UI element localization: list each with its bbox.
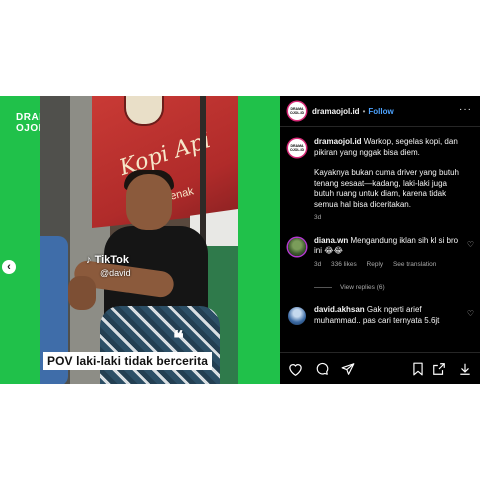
caption-body: dramaojol.id Warkop, segelas kopi, dan p… bbox=[314, 137, 464, 224]
tiktok-watermark: ♪ TikTok bbox=[86, 254, 129, 266]
bookmark-icon[interactable] bbox=[412, 362, 424, 376]
comment-heart-icon[interactable]: ♡ bbox=[467, 309, 474, 318]
more-options-icon[interactable]: ··· bbox=[459, 104, 472, 115]
comment-likes[interactable]: 336 likes bbox=[331, 261, 357, 268]
comment-username[interactable]: diana.wn bbox=[314, 236, 348, 245]
caption-text-2: Kayaknya bukan cuma driver yang butuh te… bbox=[314, 168, 459, 209]
caption-username[interactable]: dramaojol.id bbox=[314, 137, 362, 146]
separator-dot: • bbox=[362, 106, 366, 116]
quote-icon: ❝ bbox=[173, 326, 184, 350]
comment-body: diana.wn Mengandung iklan sih kl si bro … bbox=[314, 236, 464, 271]
author-username[interactable]: dramaojol.id bbox=[312, 107, 360, 116]
caption-time: 3d bbox=[314, 214, 322, 221]
send-icon[interactable] bbox=[341, 362, 355, 376]
post-media[interactable]: DRAMA OJOL.ID Kopi Api enak ♪ TikTok @da… bbox=[0, 96, 280, 384]
comment-item: diana.wn Mengandung iklan sih kl si bro … bbox=[280, 236, 480, 271]
previous-arrow-button[interactable]: ‹ bbox=[2, 260, 16, 274]
comment-meta: 3d 336 likes Reply See translation bbox=[314, 260, 464, 271]
commenter-avatar[interactable] bbox=[288, 237, 306, 256]
heart-icon[interactable] bbox=[288, 362, 303, 376]
comment-body: david.akhsan Gak ngerti arief muhammad..… bbox=[314, 305, 464, 326]
commenter-avatar[interactable] bbox=[288, 307, 306, 325]
caption-comment: DRAMA OJOL.ID dramaojol.id Warkop, segel… bbox=[280, 137, 480, 224]
photo-scene: Kopi Api enak ♪ TikTok @david ❝ bbox=[40, 96, 238, 384]
see-translation-button[interactable]: See translation bbox=[393, 261, 436, 268]
comment-item: david.akhsan Gak ngerti arief muhammad..… bbox=[280, 305, 480, 326]
man-hand bbox=[68, 276, 96, 310]
comment-heart-icon[interactable]: ♡ bbox=[467, 240, 474, 249]
download-icon[interactable] bbox=[458, 362, 472, 376]
author-avatar[interactable]: DRAMA OJOL.ID bbox=[288, 102, 306, 120]
caption-author-avatar[interactable]: DRAMA OJOL.ID bbox=[288, 139, 306, 157]
instagram-post: DRAMA OJOL.ID Kopi Api enak ♪ TikTok @da… bbox=[0, 96, 480, 384]
video-caption: POV laki-laki tidak bercerita bbox=[43, 352, 212, 370]
post-header: DRAMA OJOL.ID dramaojol.id • Follow ··· bbox=[280, 96, 480, 127]
caption-meta: 3d bbox=[314, 213, 464, 224]
divider-line bbox=[314, 287, 332, 288]
action-bar bbox=[280, 352, 480, 384]
reply-button[interactable]: Reply bbox=[367, 261, 384, 268]
comment-time: 3d bbox=[314, 260, 322, 268]
man-legs bbox=[100, 306, 220, 384]
view-replies-label[interactable]: View replies (6) bbox=[340, 284, 385, 291]
share-icon[interactable] bbox=[432, 362, 446, 376]
follow-button[interactable]: Follow bbox=[368, 107, 393, 116]
comment-icon[interactable] bbox=[315, 362, 329, 376]
man-head bbox=[126, 174, 172, 230]
comments-panel: DRAMA OJOL.ID dramaojol.id • Follow ··· … bbox=[280, 96, 480, 384]
view-replies-button[interactable]: View replies (6) bbox=[314, 284, 480, 291]
tiktok-username: @david bbox=[100, 268, 131, 278]
comment-username[interactable]: david.akhsan bbox=[314, 305, 365, 314]
